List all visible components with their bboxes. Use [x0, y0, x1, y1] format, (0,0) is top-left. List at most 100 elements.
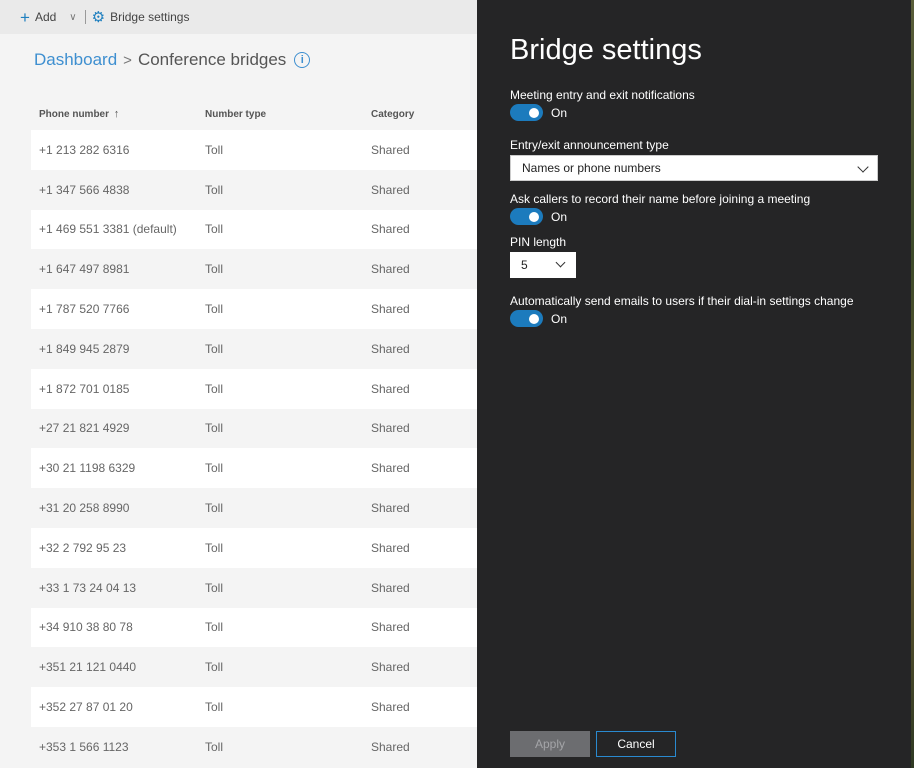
announcement-value: Names or phone numbers [522, 161, 661, 175]
emails-state: On [551, 311, 568, 326]
cell-type: Toll [205, 540, 224, 555]
notifications-toggle[interactable] [510, 104, 543, 121]
cell-category: Shared [371, 182, 410, 197]
cell-category: Shared [371, 461, 410, 476]
cell-type: Toll [205, 222, 224, 237]
cell-phone: +1 787 520 7766 [39, 302, 130, 317]
column-header-category[interactable]: Category [363, 109, 414, 120]
record-name-toggle[interactable] [510, 208, 543, 225]
cell-type: Toll [205, 700, 224, 715]
table-row[interactable]: +34 910 38 80 78 Toll Shared [31, 607, 477, 648]
cell-phone: +353 1 566 1123 [39, 739, 129, 754]
table-row[interactable]: +27 21 821 4929 Toll Shared [31, 408, 477, 449]
cell-type: Toll [205, 341, 224, 356]
chevron-down-icon [857, 161, 869, 173]
cell-type: Toll [205, 302, 224, 317]
cell-category: Shared [371, 739, 410, 754]
breadcrumb-separator: > [123, 51, 132, 69]
cell-type: Toll [205, 142, 224, 157]
cell-category: Shared [371, 222, 410, 237]
table-row[interactable]: +33 1 73 24 04 13 Toll Shared [31, 567, 477, 608]
table-body: +1 213 282 6316 Toll Shared +1 347 566 4838… [31, 130, 477, 767]
table-row[interactable]: +1 787 520 7766 Toll Shared [31, 289, 477, 329]
announcement-label: Entry/exit announcement type [510, 138, 669, 152]
cell-category: Shared [371, 381, 410, 396]
notifications-toggle-row: On [510, 104, 567, 121]
cell-category: Shared [371, 302, 410, 317]
table-row[interactable]: +352 27 87 01 20 Toll Shared [31, 687, 477, 727]
cell-category: Shared [371, 620, 410, 635]
chevron-down-icon [555, 257, 566, 268]
table-row[interactable]: +32 2 792 95 23 Toll Shared [31, 527, 477, 568]
table-row[interactable]: +1 469 551 3381 (default) Toll Shared [31, 209, 477, 250]
cell-phone: +1 213 282 6316 [39, 142, 130, 157]
pin-length-value: 5 [521, 258, 528, 272]
cell-type: Toll [205, 421, 224, 436]
toggle-knob [529, 107, 539, 118]
record-name-state: On [551, 209, 568, 224]
cell-type: Toll [205, 461, 224, 476]
column-header-phone-label: Phone number [39, 109, 110, 120]
cell-type: Toll [205, 262, 224, 277]
cell-phone: +1 872 701 0185 [39, 381, 130, 396]
emails-toggle-row: On [510, 310, 567, 327]
cell-phone: +1 347 566 4838 [39, 182, 130, 197]
cell-category: Shared [371, 700, 410, 715]
table-row[interactable]: +1 647 497 8981 Toll Shared [31, 249, 477, 290]
table-row[interactable]: +1 872 701 0185 Toll Shared [31, 368, 477, 409]
add-button[interactable]: + Add ∨ [20, 9, 77, 26]
table-row[interactable]: +351 21 121 0440 Toll Shared [31, 647, 477, 688]
cell-category: Shared [371, 341, 410, 356]
cancel-button[interactable]: Cancel [596, 731, 676, 757]
cell-category: Shared [371, 501, 410, 516]
pin-length-label: PIN length [510, 235, 567, 249]
info-icon[interactable]: i [294, 52, 311, 68]
toggle-knob [529, 211, 539, 222]
cell-category: Shared [371, 660, 410, 675]
cell-phone: +1 849 945 2879 [39, 341, 130, 356]
record-name-toggle-row: On [510, 208, 567, 225]
cell-category: Shared [371, 421, 410, 436]
record-name-label: Ask callers to record their name before … [510, 192, 811, 206]
page-title: Conference bridges [137, 50, 287, 69]
cell-phone: +33 1 73 24 04 13 [39, 580, 137, 595]
table-row[interactable]: +1 347 566 4838 Toll Shared [31, 169, 477, 210]
announcement-dropdown[interactable]: Names or phone numbers [510, 155, 878, 181]
chevron-down-icon: ∨ [69, 11, 77, 23]
table-row[interactable]: +30 21 1198 6329 Toll Shared [31, 448, 477, 489]
cell-phone: +352 27 87 01 20 [39, 700, 133, 715]
cell-phone: +1 647 497 8981 [39, 262, 130, 277]
cell-category: Shared [371, 142, 410, 157]
cell-phone: +1 469 551 3381 (default) [39, 222, 177, 237]
toggle-knob [529, 313, 539, 324]
add-label: Add [34, 10, 57, 24]
emails-label: Automatically send emails to users if th… [510, 294, 854, 308]
breadcrumb-dashboard[interactable]: Dashboard [34, 50, 117, 70]
command-bar: + Add ∨ ⚙ Bridge settings [0, 0, 477, 34]
cell-type: Toll [205, 182, 224, 197]
column-header-type[interactable]: Number type [197, 109, 363, 120]
table-row[interactable]: +1 849 945 2879 Toll Shared [31, 328, 477, 369]
cell-phone: +34 910 38 80 78 [39, 620, 133, 635]
table-row[interactable]: +353 1 566 1123 Toll Shared [31, 726, 477, 767]
bridge-settings-panel: Bridge settings Meeting entry and exit n… [477, 0, 911, 768]
sort-ascending-icon: ↑ [113, 108, 120, 120]
gear-icon: ⚙ [91, 8, 106, 26]
table-header: Phone number ↑ Number type Category [31, 98, 477, 130]
table-row[interactable]: +31 20 258 8990 Toll Shared [31, 488, 477, 528]
cell-type: Toll [205, 739, 224, 754]
panel-title: Bridge settings [510, 34, 702, 66]
cell-type: Toll [205, 660, 224, 675]
notifications-state: On [551, 105, 568, 120]
column-header-phone[interactable]: Phone number ↑ [31, 108, 197, 120]
cell-type: Toll [205, 381, 224, 396]
pin-length-select[interactable]: 5 [510, 252, 576, 278]
bridge-settings-button[interactable]: ⚙ Bridge settings [92, 10, 190, 25]
background-page: + Add ∨ ⚙ Bridge settings Dashboard > Co… [0, 0, 477, 768]
cell-type: Toll [205, 501, 224, 516]
cell-category: Shared [371, 262, 410, 277]
cell-phone: +31 20 258 8990 [39, 501, 130, 516]
table-row[interactable]: +1 213 282 6316 Toll Shared [31, 130, 477, 170]
emails-toggle[interactable] [510, 310, 543, 327]
apply-button[interactable]: Apply [510, 731, 590, 757]
